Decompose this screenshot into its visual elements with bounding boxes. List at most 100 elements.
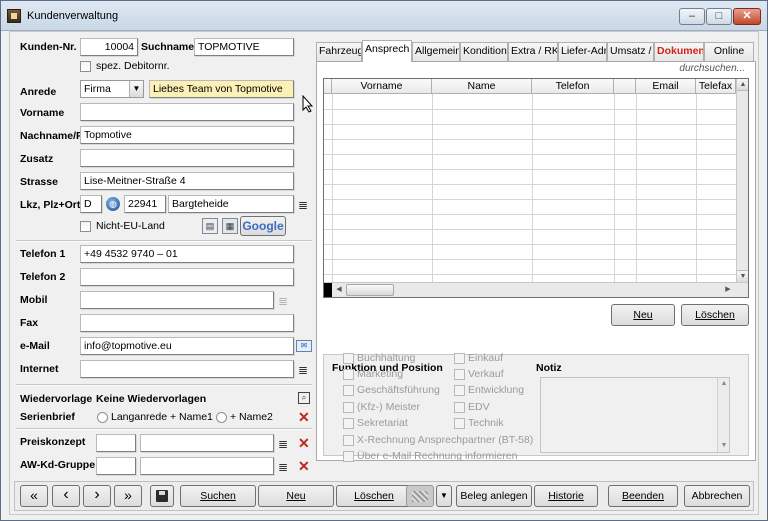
checkbox-xrechnung[interactable] [343,435,354,446]
debitor-checkbox[interactable] [80,61,91,72]
tab-konditionen[interactable]: Konditionen [460,42,508,61]
column-header[interactable]: Vorname [332,79,432,94]
contact-new-button[interactable]: Neu [611,304,675,326]
contacts-grid[interactable]: Vorname Name Telefon Email Telefax ▲ ▼ ◀… [323,78,749,298]
table-row[interactable] [324,259,736,260]
close-button[interactable]: ✕ [733,8,761,25]
contact-delete-button[interactable]: Löschen [681,304,749,326]
internet-field[interactable] [80,360,294,378]
telefon2-field[interactable] [80,268,294,286]
list-icon[interactable]: ≣ [298,363,308,377]
strasse-field[interactable]: Lise-Meitner-Straße 4 [80,172,294,190]
briefanrede-field[interactable]: Liebes Team von Topmotive [149,80,294,98]
beenden-button[interactable]: Beenden [608,485,678,507]
scroll-up-icon[interactable]: ▲ [718,378,730,390]
column-header[interactable]: Telefax [696,79,736,94]
abbrechen-button[interactable]: Abbrechen [684,485,750,507]
checkbox-einkauf[interactable] [454,353,465,364]
vorname-field[interactable] [80,103,294,121]
column-header[interactable]: Email [636,79,696,94]
suchname-field[interactable]: TOPMOTIVE [194,38,294,56]
radio-name2[interactable] [216,412,227,423]
map-book-icon[interactable]: ▦ [222,218,238,234]
checkbox-technik[interactable] [454,418,465,429]
table-row[interactable] [324,244,736,245]
zusatz-field[interactable] [80,149,294,167]
radio-langanrede[interactable] [97,412,108,423]
tab-liefer-adr[interactable]: Liefer-Adr [558,42,607,61]
awgruppe-code-field[interactable] [96,457,136,475]
preiskonzept-code-field[interactable] [96,434,136,452]
last-record-button[interactable]: » [114,485,142,507]
nachname-field[interactable]: Topmotive [80,126,294,144]
scroll-thumb[interactable] [346,284,394,296]
tab-fahrzeuge[interactable]: Fahrzeuge [316,42,362,61]
checkbox-marketing[interactable] [343,369,354,380]
email-field[interactable]: info@topmotive.eu [80,337,294,355]
lkz-field[interactable]: D [80,195,102,213]
tab-ansprech[interactable]: Ansprech [362,40,412,62]
new-button[interactable]: Neu [258,485,334,507]
tab-extra-rk[interactable]: Extra / RK [508,42,558,61]
anrede-select[interactable]: Firma ▼ [80,80,144,98]
scroll-down-icon[interactable]: ▼ [737,270,748,282]
checkbox-edv[interactable] [454,402,465,413]
globe-icon[interactable]: ◍ [106,197,120,211]
checkbox-entwicklung[interactable] [454,385,465,396]
table-row[interactable] [324,139,736,140]
notiz-textarea[interactable]: ▲ ▼ [540,377,730,453]
form-icon[interactable]: ▤ [202,218,218,234]
document-icon[interactable] [406,485,434,507]
table-row[interactable] [324,169,736,170]
reminder-icon[interactable]: ⌕ [298,392,310,404]
column-header[interactable] [614,79,636,94]
column-header[interactable]: Name [432,79,532,94]
tab-allgemein[interactable]: Allgemein [412,42,460,61]
next-record-button[interactable]: › [83,485,111,507]
table-row[interactable] [324,109,736,110]
checkbox-buchhaltung[interactable] [343,353,354,364]
first-record-button[interactable]: « [20,485,48,507]
list-icon[interactable]: ≣ [278,460,288,474]
checkbox-sekretariat[interactable] [343,418,354,429]
ort-field[interactable]: Bargteheide [168,195,294,213]
checkbox-verkauf[interactable] [454,369,465,380]
scroll-down-icon[interactable]: ▼ [718,440,730,452]
mobil-field[interactable] [80,291,274,309]
historie-button[interactable]: Historie [534,485,598,507]
clear-icon[interactable]: ✕ [298,436,310,450]
document-dropdown-icon[interactable]: ▼ [436,485,452,507]
save-button[interactable] [150,485,174,507]
table-row[interactable] [324,274,736,275]
clear-icon[interactable]: ✕ [298,410,310,424]
maximize-button[interactable]: □ [706,8,732,25]
telefon1-field[interactable]: +49 4532 9740 – 01 [80,245,294,263]
table-row[interactable] [324,154,736,155]
tab-umsatz[interactable]: Umsatz / I [607,42,654,61]
table-row[interactable] [324,184,736,185]
table-row[interactable] [324,229,736,230]
nicht-eu-checkbox[interactable] [80,221,91,232]
checkbox-geschaeftsfuehrung[interactable] [343,385,354,396]
previous-record-button[interactable]: ‹ [52,485,80,507]
list-icon[interactable]: ≣ [278,437,288,451]
search-button[interactable]: Suchen [180,485,256,507]
checkbox-meister[interactable] [343,402,354,413]
tab-online[interactable]: Online [704,42,754,61]
minimize-button[interactable]: – [679,8,705,25]
plz-field[interactable]: 22941 [124,195,166,213]
list-icon[interactable]: ≣ [298,198,308,212]
scroll-up-icon[interactable]: ▲ [737,79,748,91]
clear-icon[interactable]: ✕ [298,459,310,473]
kundennr-field[interactable]: 10004 [80,38,138,56]
table-row[interactable] [324,124,736,125]
scroll-right-icon[interactable]: ▶ [722,284,734,296]
preiskonzept-name-field[interactable] [140,434,274,452]
table-row[interactable] [324,199,736,200]
horizontal-scrollbar[interactable]: ◀ ▶ [324,282,748,297]
awgruppe-name-field[interactable] [140,457,274,475]
delete-button[interactable]: Löschen [336,485,412,507]
fax-field[interactable] [80,314,294,332]
beleg-anlegen-button[interactable]: Beleg anlegen [456,485,532,507]
checkbox-email-rechnung[interactable] [343,451,354,462]
